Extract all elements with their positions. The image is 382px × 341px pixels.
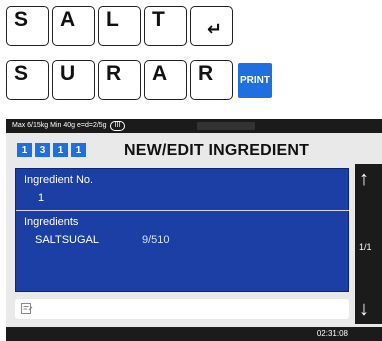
key-label: S [14,8,29,31]
status-indicator [197,122,255,130]
key-label: A [152,62,168,85]
text-input[interactable] [15,299,349,319]
key-row-2: S U R A R PRINT [6,60,272,100]
key-label: S [14,62,29,85]
key-s[interactable]: S [6,60,49,100]
ingredients-count: 9/510 [142,234,170,246]
scale-screen: Max 6/15kg Min 40g e=d=2/5g III 1 3 1 1 N… [6,119,382,341]
key-s[interactable]: S [6,6,49,46]
code-digit: 3 [35,143,50,157]
ingredient-no-label: Ingredient No. [24,174,94,186]
key-r[interactable]: R [98,60,141,100]
key-r[interactable]: R [190,60,233,100]
print-button[interactable]: PRINT [238,63,272,98]
page-indicator: 1/1 [359,242,372,252]
enter-icon: ↵ [207,19,223,39]
key-label: A [60,8,76,31]
key-u[interactable]: U [52,60,95,100]
code-digit: 1 [17,143,32,157]
key-a[interactable]: A [52,6,95,46]
ingredients-label: Ingredients [24,216,79,228]
enter-key[interactable]: ↵ [190,6,233,46]
key-label: T [152,8,165,31]
code-digit: 1 [71,143,86,157]
bottom-bar: 02:31:08 [6,327,382,341]
arrow-down-icon[interactable]: ↓ [359,298,369,321]
key-a[interactable]: A [144,60,187,100]
page-title: NEW/EDIT INGREDIENT [124,142,310,159]
ingredients-field[interactable]: SALTSUGAL [35,234,99,246]
capacity-text: Max 6/15kg Min 40g e=d=2/5g III [12,121,126,131]
accuracy-class-badge: III [109,121,126,131]
status-bar: Max 6/15kg Min 40g e=d=2/5g III [6,119,382,133]
menu-code: 1 3 1 1 [17,143,86,157]
key-label: U [60,62,76,85]
clock: 02:31:08 [316,329,348,338]
key-label: L [106,8,119,31]
capacity-value: Max 6/15kg Min 40g e=d=2/5g [12,122,107,129]
ingredient-no-field[interactable]: 1 [38,192,44,204]
note-icon [21,303,33,317]
arrow-up-icon[interactable]: ↑ [359,168,369,191]
divider [16,210,350,211]
key-label: R [106,62,122,85]
key-label: R [198,62,214,85]
code-digit: 1 [53,143,68,157]
key-row-1: S A L T ↵ [6,6,233,46]
key-l[interactable]: L [98,6,141,46]
ingredient-form: Ingredient No. 1 Ingredients SALTSUGAL 9… [15,168,350,292]
scroll-sidebar: ↑ 1/1 ↓ [355,164,382,324]
key-t[interactable]: T [144,6,187,46]
